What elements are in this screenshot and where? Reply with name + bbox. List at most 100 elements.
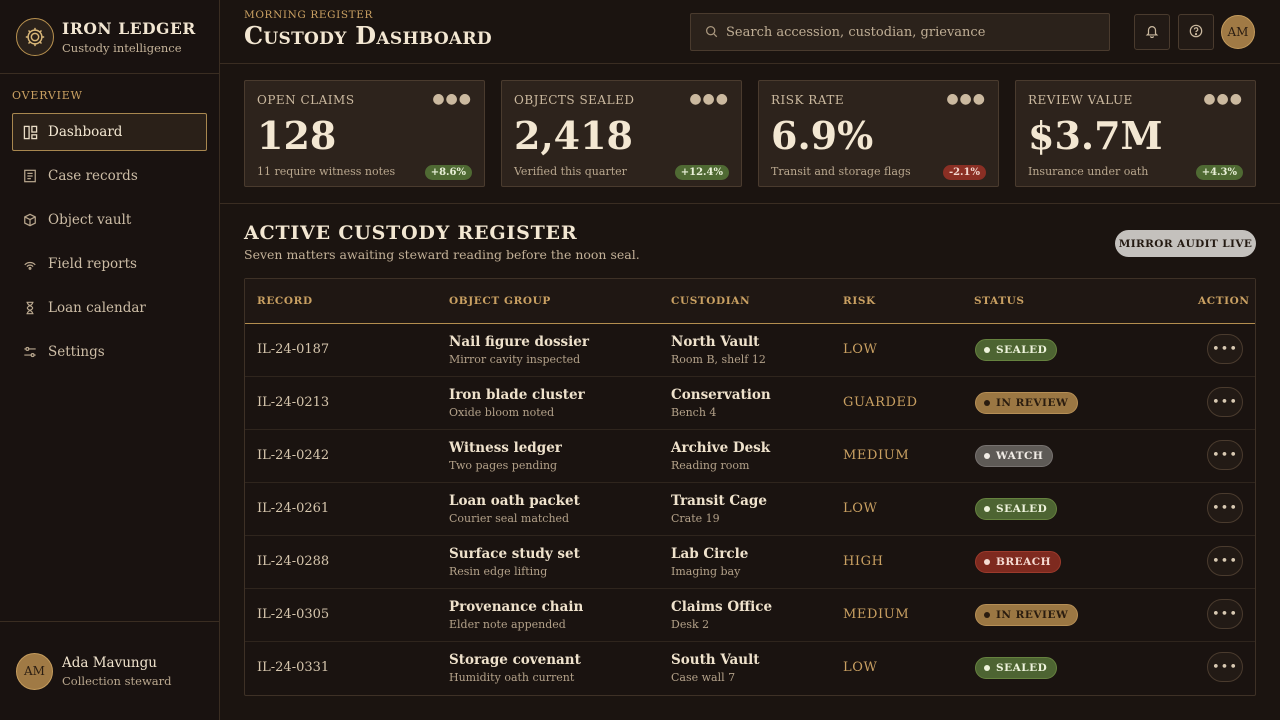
- nav-heading: OVERVIEW: [12, 89, 83, 102]
- status-badge: WATCH: [975, 445, 1054, 467]
- custodian: North Vault: [671, 334, 760, 350]
- table-row[interactable]: IL-24-0187 Nail figure dossier Mirror ca…: [245, 324, 1255, 377]
- more-options-icon[interactable]: ●●●: [432, 91, 472, 107]
- more-options-icon[interactable]: ●●●: [689, 91, 729, 107]
- register-title: ACTIVE CUSTODY REGISTER: [244, 222, 578, 244]
- status-badge: IN REVIEW: [975, 604, 1079, 626]
- risk-level: LOW: [843, 660, 878, 675]
- row-actions-button[interactable]: •••: [1207, 493, 1243, 523]
- kpi-value: 2,418: [514, 113, 633, 158]
- kpi-delta-badge: +12.4%: [674, 165, 729, 180]
- sliders-icon: [22, 344, 38, 360]
- more-options-icon[interactable]: ●●●: [1203, 91, 1243, 107]
- risk-level: MEDIUM: [843, 448, 910, 463]
- column-header-custodian[interactable]: CUSTODIAN: [671, 295, 750, 307]
- object-group: Witness ledger: [449, 440, 562, 456]
- topbar: MORNING REGISTER Custody Dashboard Searc…: [220, 0, 1280, 64]
- custodian-location: Case wall 7: [671, 671, 736, 684]
- more-options-icon[interactable]: ●●●: [946, 91, 986, 107]
- column-header-action: ACTION: [1198, 295, 1250, 307]
- kpi-card-review-value: REVIEW VALUE ●●● $3.7M Insurance under o…: [1015, 80, 1256, 187]
- status-badge: IN REVIEW: [975, 392, 1079, 414]
- risk-level: HIGH: [843, 554, 884, 569]
- sidebar-item-dashboard[interactable]: Dashboard: [12, 113, 207, 151]
- mirror-audit-button[interactable]: MIRROR AUDIT LIVE: [1115, 230, 1256, 257]
- user-profile[interactable]: AM Ada Mavungu Collection steward: [0, 621, 219, 720]
- table-header: RECORD OBJECT GROUP CUSTODIAN RISK STATU…: [245, 279, 1255, 324]
- column-header-status[interactable]: STATUS: [974, 295, 1025, 307]
- kpi-note: Insurance under oath: [1028, 165, 1149, 178]
- avatar: AM: [16, 652, 53, 690]
- row-actions-button[interactable]: •••: [1207, 387, 1243, 417]
- object-group: Loan oath packet: [449, 493, 580, 509]
- more-options-icon: •••: [1211, 500, 1238, 516]
- search-input[interactable]: Search accession, custodian, grievance: [690, 13, 1110, 51]
- hourglass-icon: [22, 300, 38, 316]
- custodian: Transit Cage: [671, 493, 767, 509]
- sidebar-item-object-vault[interactable]: Object vault: [12, 201, 207, 239]
- custodian-location: Bench 4: [671, 406, 717, 419]
- column-header-record[interactable]: RECORD: [257, 295, 313, 307]
- risk-level: GUARDED: [843, 395, 918, 410]
- table-row[interactable]: IL-24-0261 Loan oath packet Courier seal…: [245, 483, 1255, 536]
- sidebar-item-case-records[interactable]: Case records: [12, 157, 207, 195]
- dashboard-icon: [22, 124, 38, 140]
- kpi-card-risk-rate: RISK RATE ●●● 6.9% Transit and storage f…: [758, 80, 999, 187]
- custodian: Archive Desk: [671, 440, 771, 456]
- sidebar-item-field-reports[interactable]: Field reports: [12, 245, 207, 283]
- sidebar-item-settings[interactable]: Settings: [12, 333, 207, 371]
- notifications-button[interactable]: [1134, 14, 1170, 50]
- table-row[interactable]: IL-24-0242 Witness ledger Two pages pend…: [245, 430, 1255, 483]
- risk-level: LOW: [843, 342, 878, 357]
- row-actions-button[interactable]: •••: [1207, 440, 1243, 470]
- kpi-card-open-claims: OPEN CLAIMS ●●● 128 11 require witness n…: [244, 80, 485, 187]
- column-header-object-group[interactable]: OBJECT GROUP: [449, 295, 551, 307]
- kpi-note: Verified this quarter: [514, 165, 627, 178]
- sidebar-item-loan-calendar[interactable]: Loan calendar: [12, 289, 207, 327]
- row-actions-button[interactable]: •••: [1207, 334, 1243, 364]
- object-group: Provenance chain: [449, 599, 584, 615]
- page-eyebrow: MORNING REGISTER: [244, 9, 373, 21]
- object-note: Mirror cavity inspected: [449, 353, 581, 366]
- risk-level: LOW: [843, 501, 878, 516]
- more-options-icon: •••: [1211, 447, 1238, 463]
- sidebar: IRON LEDGER Custody intelligence OVERVIE…: [0, 0, 220, 720]
- table-row[interactable]: IL-24-0331 Storage covenant Humidity oat…: [245, 642, 1255, 695]
- kpi-note: 11 require witness notes: [257, 165, 396, 178]
- custodian-location: Imaging bay: [671, 565, 741, 578]
- status-badge: SEALED: [975, 657, 1058, 679]
- column-header-risk[interactable]: RISK: [843, 295, 876, 307]
- record-id: IL-24-0242: [257, 448, 330, 463]
- table-row[interactable]: IL-24-0288 Surface study set Resin edge …: [245, 536, 1255, 589]
- custodian-location: Desk 2: [671, 618, 710, 631]
- gear-seal-icon: [16, 17, 54, 56]
- sidebar-item-label: Loan calendar: [48, 300, 146, 316]
- row-actions-button[interactable]: •••: [1207, 599, 1243, 629]
- record-id: IL-24-0331: [257, 660, 330, 675]
- sidebar-nav: Dashboard Case records Object vault Fiel…: [12, 113, 207, 377]
- more-options-icon: •••: [1211, 659, 1238, 675]
- user-avatar-button[interactable]: AM: [1221, 15, 1255, 49]
- kpi-value: 6.9%: [771, 113, 874, 158]
- more-options-icon: •••: [1211, 341, 1238, 357]
- object-group: Storage covenant: [449, 652, 581, 668]
- custodian: Claims Office: [671, 599, 773, 615]
- row-actions-button[interactable]: •••: [1207, 652, 1243, 682]
- table-row[interactable]: IL-24-0305 Provenance chain Elder note a…: [245, 589, 1255, 642]
- table-row[interactable]: IL-24-0213 Iron blade cluster Oxide bloo…: [245, 377, 1255, 430]
- kpi-label: RISK RATE: [771, 93, 845, 107]
- object-group: Iron blade cluster: [449, 387, 585, 403]
- risk-level: MEDIUM: [843, 607, 910, 622]
- kpi-value: $3.7M: [1028, 113, 1163, 158]
- kpi-delta-badge: -2.1%: [942, 165, 986, 180]
- kpi-label: OPEN CLAIMS: [257, 93, 355, 107]
- help-button[interactable]: [1178, 14, 1214, 50]
- custodian-location: Reading room: [671, 459, 750, 472]
- kpi-card-objects-sealed: OBJECTS SEALED ●●● 2,418 Verified this q…: [501, 80, 742, 187]
- more-options-icon: •••: [1211, 553, 1238, 569]
- user-name: Ada Mavungu: [62, 654, 157, 671]
- object-note: Elder note appended: [449, 618, 566, 631]
- sidebar-item-label: Settings: [48, 344, 105, 360]
- row-actions-button[interactable]: •••: [1207, 546, 1243, 576]
- kpi-value: 128: [257, 113, 337, 158]
